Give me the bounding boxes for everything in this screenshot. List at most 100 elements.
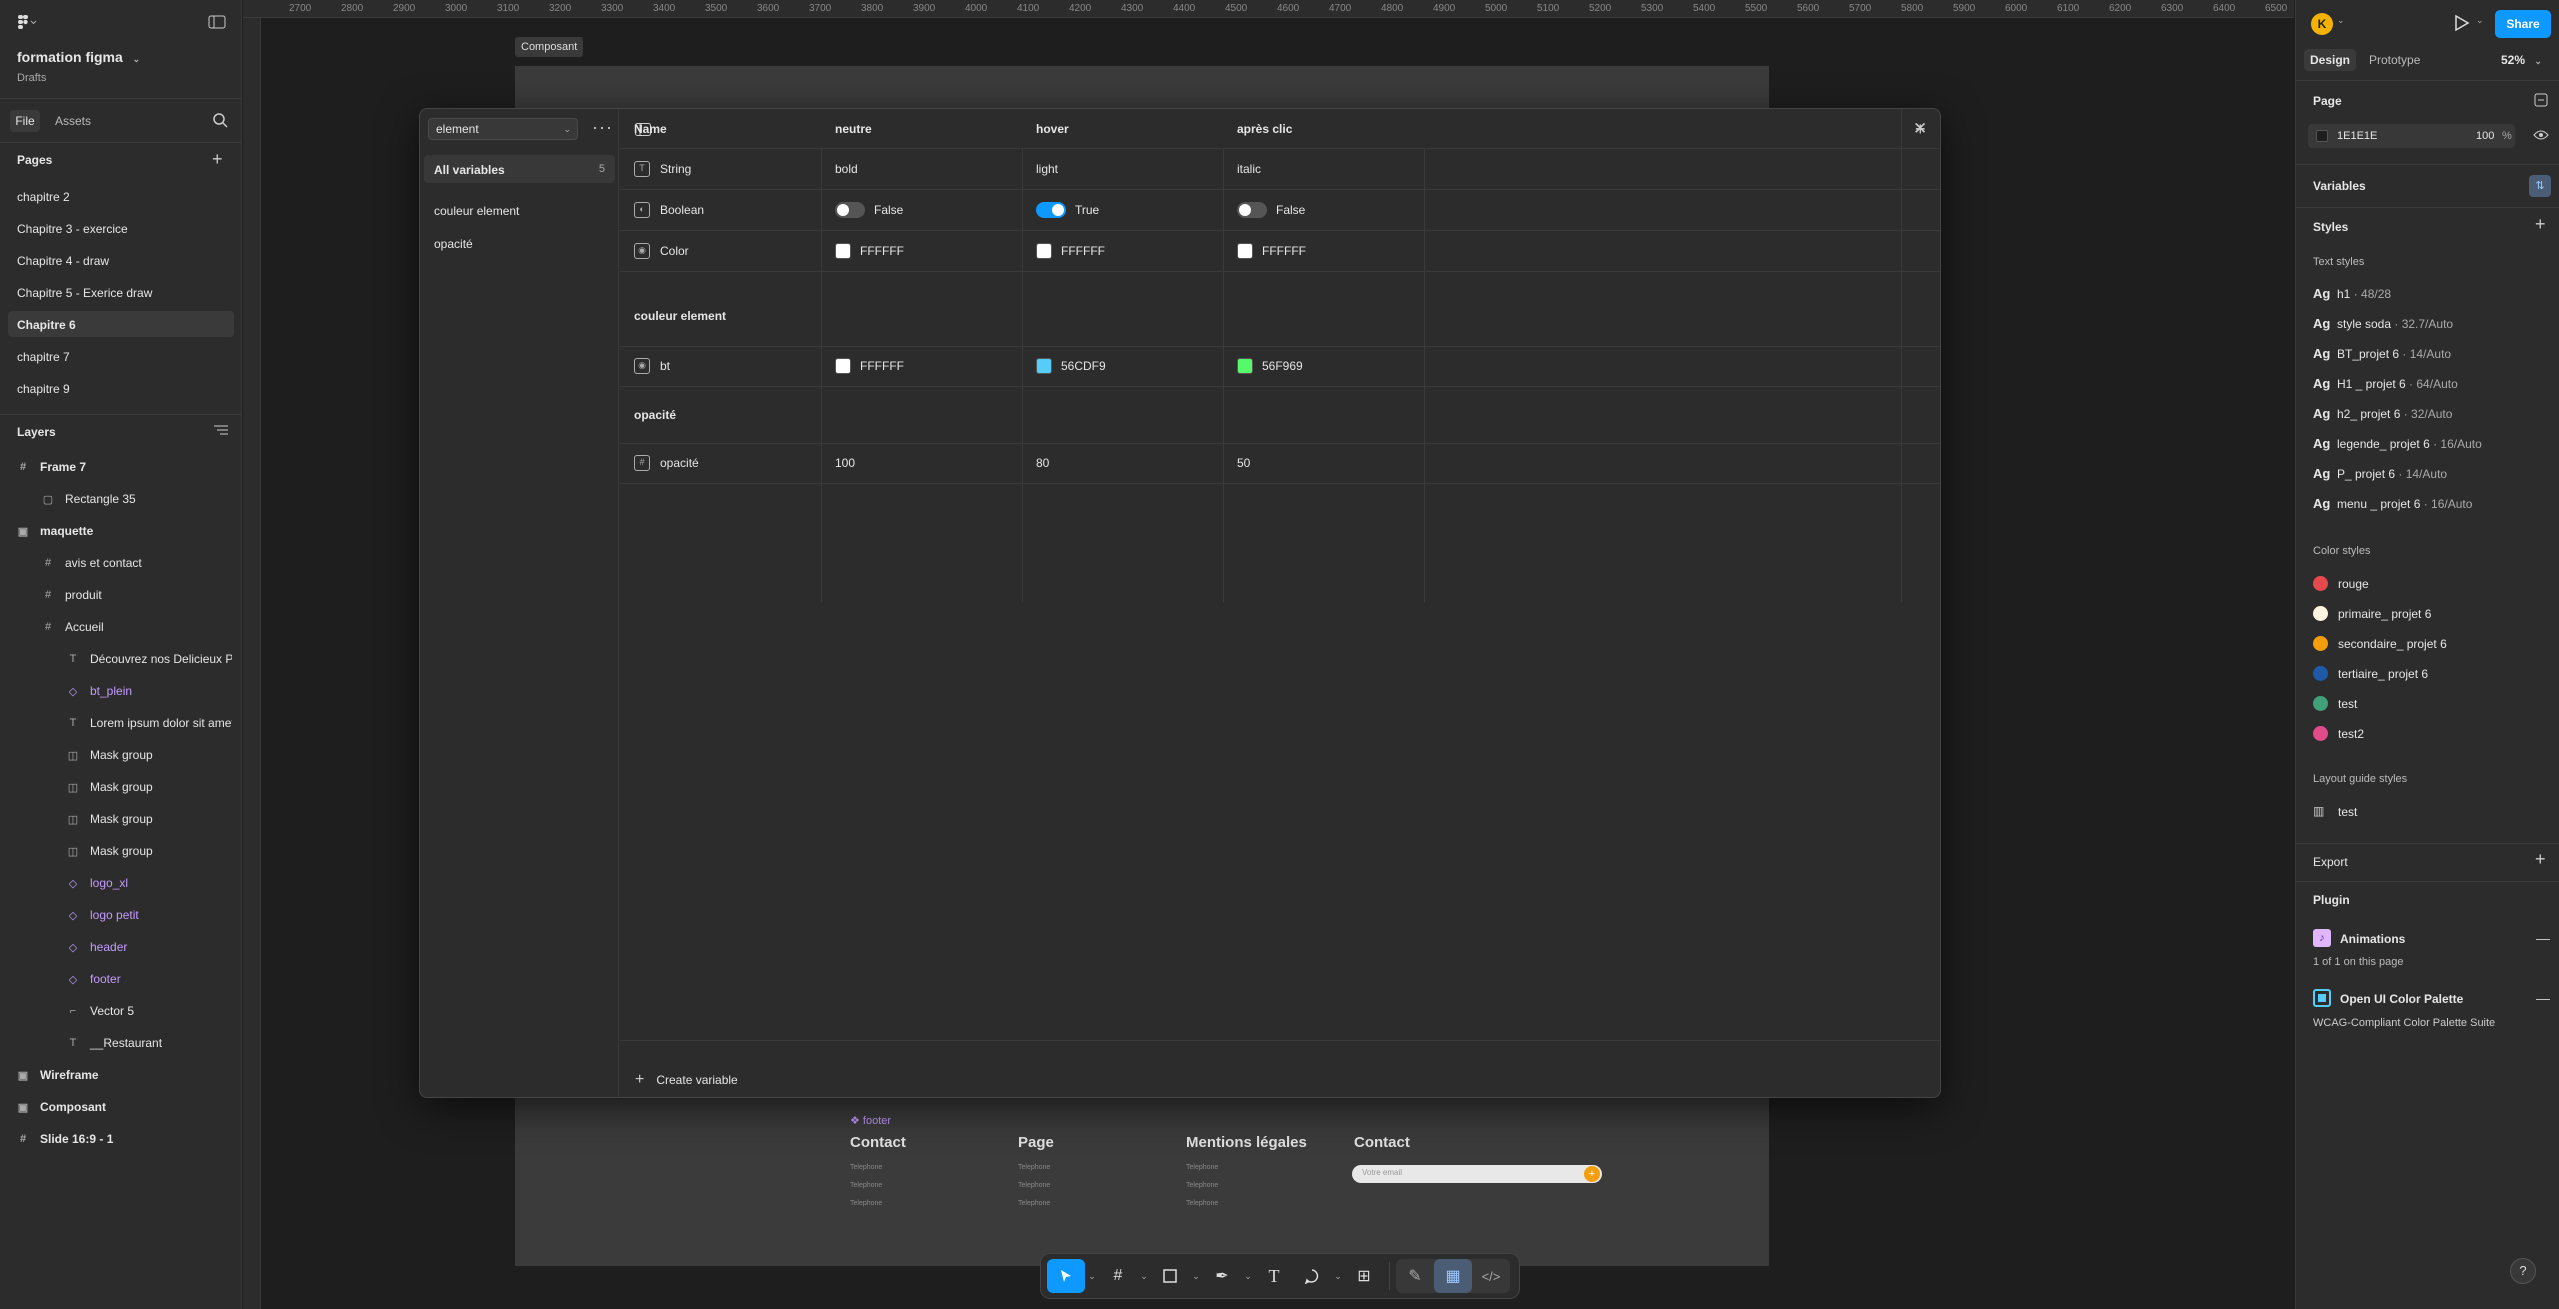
toggle-switch[interactable] [835, 202, 865, 218]
layer-item[interactable]: ◫ Mask group [64, 840, 232, 862]
variable-value[interactable]: 50 [1237, 443, 1250, 483]
present-chevron-icon[interactable]: ⌄ [2476, 15, 2484, 26]
layers-list-icon[interactable] [214, 424, 228, 439]
variable-value[interactable]: bold [835, 149, 858, 189]
layer-item[interactable]: ◇ footer [64, 968, 232, 990]
animations-plugin-title[interactable]: Animations [2340, 932, 2405, 946]
variable-value[interactable]: 80 [1036, 443, 1049, 483]
layer-item[interactable]: ◫ Mask group [64, 744, 232, 766]
move-tool-chevron-icon[interactable]: ⌄ [1085, 1271, 1099, 1282]
present-play-icon[interactable] [2454, 14, 2470, 35]
footer-canvas-label[interactable]: ❖ footer [850, 1114, 891, 1127]
sidebar-toggle-icon[interactable] [208, 15, 226, 32]
variable-name[interactable]: ◐ Boolean [634, 190, 704, 230]
toggle-switch[interactable] [1036, 202, 1066, 218]
layer-item[interactable]: ▣ Composant [14, 1096, 232, 1118]
group-opacite[interactable]: opacité [434, 237, 473, 251]
variable-value[interactable]: light [1036, 149, 1058, 189]
eye-icon[interactable] [2533, 129, 2549, 144]
shape-tool-chevron-icon[interactable]: ⌄ [1189, 1271, 1203, 1282]
variable-value[interactable]: FFFFFF [1237, 231, 1306, 271]
variable-value[interactable]: 56CDF9 [1036, 346, 1106, 386]
text-tool-icon[interactable]: T [1255, 1259, 1293, 1293]
layout-style-item[interactable]: test [2338, 805, 2357, 819]
collapse-animations-icon[interactable]: — [2536, 930, 2550, 946]
page-item[interactable]: Chapitre 3 - exercice [8, 215, 234, 241]
column-header[interactable]: hover [1036, 109, 1069, 149]
page-item[interactable]: Chapitre 6 [8, 311, 234, 337]
layer-item[interactable]: T __Restaurant [64, 1032, 232, 1054]
layer-item[interactable]: # Slide 16:9 - 1 [14, 1128, 232, 1150]
page-color-field[interactable]: 1E1E1E 100 % [2308, 124, 2515, 148]
text-style-item[interactable]: Ag style soda · 32.7/Auto [2313, 316, 2453, 331]
actions-tool-icon[interactable]: ⊞ [1345, 1259, 1383, 1293]
design-mode-icon[interactable]: ▦ [1434, 1259, 1472, 1293]
layer-item[interactable]: ◇ bt_plein [64, 680, 232, 702]
add-page-icon[interactable]: + [212, 149, 223, 170]
comment-tool-icon[interactable] [1293, 1259, 1331, 1293]
layer-item[interactable]: # Frame 7 [14, 456, 232, 478]
variable-name[interactable]: T String [634, 149, 691, 189]
page-item[interactable]: chapitre 2 [8, 183, 234, 209]
add-style-icon[interactable]: + [2535, 214, 2546, 235]
page-item[interactable]: Chapitre 5 - Exerice draw [8, 279, 234, 305]
page-settings-icon[interactable] [2534, 93, 2548, 110]
page-item[interactable]: Chapitre 4 - draw [8, 247, 234, 273]
text-style-item[interactable]: Ag H1 _ projet 6 · 64/Auto [2313, 376, 2458, 391]
more-options-icon[interactable]: ··· [592, 117, 613, 138]
color-swatch[interactable] [1237, 243, 1253, 259]
tab-design[interactable]: Design [2304, 49, 2356, 71]
color-style-name[interactable]: rouge [2338, 577, 2369, 591]
color-style-name[interactable]: primaire_ projet 6 [2338, 607, 2431, 621]
frame-label[interactable]: Composant [515, 37, 584, 57]
avatar[interactable]: K [2311, 13, 2333, 35]
export-title[interactable]: Export [2313, 855, 2348, 869]
text-style-item[interactable]: Ag BT_projet 6 · 14/Auto [2313, 346, 2451, 361]
variable-value[interactable]: True [1036, 190, 1099, 230]
variable-value[interactable]: FFFFFF [1036, 231, 1105, 271]
variable-name[interactable]: ◉ Color [634, 231, 689, 271]
layer-item[interactable]: # avis et contact [39, 552, 232, 574]
pen-tool-chevron-icon[interactable]: ⌄ [1241, 1271, 1255, 1282]
variable-value[interactable]: False [1237, 190, 1305, 230]
email-input[interactable]: Votre email + [1352, 1165, 1602, 1183]
page-item[interactable]: chapitre 9 [8, 375, 234, 401]
color-swatch[interactable] [835, 358, 851, 374]
figma-menu-icon[interactable] [16, 14, 38, 33]
variable-value[interactable]: FFFFFF [835, 346, 904, 386]
layer-item[interactable]: ◫ Mask group [64, 808, 232, 830]
create-variable-button[interactable]: + Create variable [635, 1071, 738, 1089]
tab-prototype[interactable]: Prototype [2369, 53, 2420, 67]
column-header[interactable]: Name [634, 109, 667, 149]
tab-file[interactable]: File [10, 110, 40, 132]
dev-mode-icon[interactable]: </> [1472, 1259, 1510, 1293]
file-name[interactable]: formation figma ⌄ [17, 49, 140, 65]
search-icon[interactable] [212, 112, 228, 131]
collection-select[interactable]: element ⌄ [428, 118, 578, 140]
avatar-chevron-icon[interactable]: ⌄ [2337, 15, 2345, 26]
color-swatch[interactable] [835, 243, 851, 259]
all-variables-item[interactable]: All variables 5 [424, 155, 615, 183]
layer-item[interactable]: T Lorem ipsum dolor sit amet c [64, 712, 232, 734]
layer-item[interactable]: ◇ header [64, 936, 232, 958]
variable-name[interactable]: # opacité [634, 443, 699, 483]
column-header[interactable]: après clic [1237, 109, 1292, 149]
layer-item[interactable]: ⌐ Vector 5 [64, 1000, 232, 1022]
email-submit-icon[interactable]: + [1584, 1166, 1600, 1182]
layer-item[interactable]: T Découvrez nos Delicieux Produits [64, 648, 232, 670]
color-style-name[interactable]: secondaire_ projet 6 [2338, 637, 2447, 651]
variable-value[interactable]: FFFFFF [835, 231, 904, 271]
frame-tool-icon[interactable]: # [1099, 1259, 1137, 1293]
text-style-item[interactable]: Ag menu _ projet 6 · 16/Auto [2313, 496, 2472, 511]
text-style-item[interactable]: Ag h2_ projet 6 · 32/Auto [2313, 406, 2452, 421]
layer-item[interactable]: # Accueil [39, 616, 232, 638]
comment-tool-chevron-icon[interactable]: ⌄ [1331, 1271, 1345, 1282]
layer-item[interactable]: ◇ logo petit [64, 904, 232, 926]
color-style-name[interactable]: test2 [2338, 727, 2364, 741]
variable-name[interactable]: ◉ bt [634, 346, 670, 386]
help-button[interactable]: ? [2510, 1258, 2536, 1284]
zoom-level[interactable]: 52% ⌄ [2501, 53, 2542, 67]
open-variables-icon[interactable]: ⇅ [2529, 175, 2551, 197]
draw-mode-icon[interactable]: ✎ [1396, 1259, 1434, 1293]
layer-item[interactable]: ▣ maquette [14, 520, 232, 542]
